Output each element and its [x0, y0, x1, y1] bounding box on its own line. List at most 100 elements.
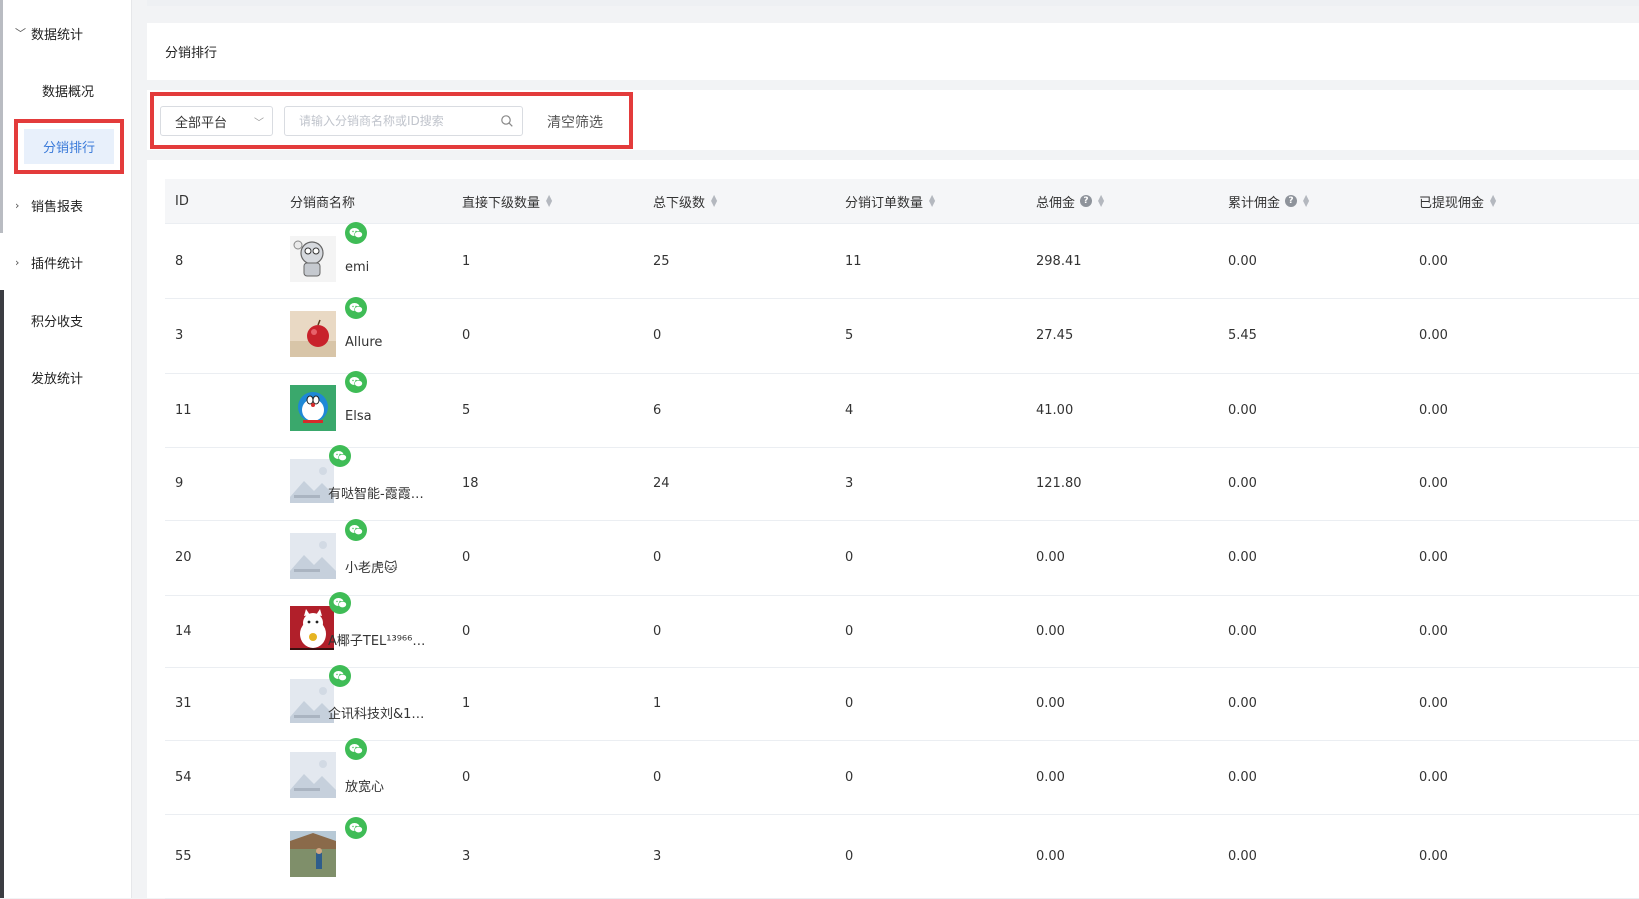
distributor-name[interactable]: emi	[345, 260, 445, 275]
cell-cumulative-commission: 0.00	[1228, 476, 1257, 491]
cell-id: 9	[175, 476, 184, 491]
cell-total-count: 0	[653, 550, 662, 565]
sort-icon[interactable]: ▲ ▼	[546, 194, 552, 208]
search-input[interactable]	[299, 114, 500, 128]
table-row[interactable]: 3 Allure 0 0 5 27.45 5.45 0.00	[165, 297, 1639, 374]
cell-id: 3	[175, 328, 184, 343]
cell-direct-count: 0	[462, 769, 471, 785]
cell-withdrawn-commission: 0.00	[1419, 848, 1448, 864]
sidebar-item-label: 数据统计	[31, 27, 84, 43]
column-header-order-count[interactable]: 分销订单数量 ▲ ▼	[845, 179, 935, 223]
sidebar-item-label: 数据概况	[41, 84, 94, 100]
table-row[interactable]: 54 放宽心 0 0 0 0.00 0.00 0.00	[165, 738, 1639, 815]
top-strip	[147, 0, 1639, 6]
cell-withdrawn-commission: 0.00	[1419, 623, 1448, 639]
cell-id: 55	[175, 848, 192, 864]
cell-total-commission: 0.00	[1036, 696, 1065, 711]
distributor-name[interactable]: Elsa	[345, 409, 445, 424]
clear-filters-button[interactable]: 清空筛选	[547, 112, 603, 132]
distributor-name[interactable]: 企讯科技刘&15...	[328, 703, 428, 722]
cell-withdrawn-commission: 0.00	[1419, 253, 1448, 269]
search-icon[interactable]	[500, 114, 514, 128]
cell-withdrawn-commission: 0.00	[1419, 402, 1448, 418]
cell-cumulative-commission: 0.00	[1228, 253, 1257, 269]
ranking-table: ID 分销商名称 直接下级数量 ▲ ▼ 总下级数 ▲ ▼ 分销订单数量 ▲ ▼ 总佣金…	[147, 160, 1639, 899]
sidebar-item-plugin-stats[interactable]: › 插件统计	[5, 242, 131, 282]
highlight-box-filters: 全部平台 ﹀ 清空筛选	[150, 92, 633, 149]
cell-direct-count: 0	[462, 550, 471, 565]
cell-withdrawn-commission: 0.00	[1419, 696, 1448, 711]
cell-order-count: 0	[845, 769, 854, 785]
help-icon[interactable]: ?	[1080, 195, 1093, 207]
cell-total-count: 25	[653, 253, 670, 269]
wechat-icon	[329, 665, 351, 687]
column-header-total-count[interactable]: 总下级数 ▲ ▼	[653, 179, 717, 223]
platform-select[interactable]: 全部平台 ﹀	[160, 106, 273, 136]
column-header-withdrawn-commission[interactable]: 已提现佣金 ▲ ▼	[1419, 179, 1496, 223]
table-header: ID 分销商名称 直接下级数量 ▲ ▼ 总下级数 ▲ ▼ 分销订单数量 ▲ ▼ 总佣金…	[165, 179, 1639, 224]
sidebar-item-label: 销售报表	[31, 199, 84, 215]
table-row[interactable]: 11 Elsa 5 6 4 41.00 0.00 0.00	[165, 371, 1639, 448]
sidebar-item-sales-report[interactable]: › 销售报表	[5, 185, 131, 225]
main-content: 分销排行 全部平台 ﹀ 清空筛选 ID 分销商名称	[147, 0, 1639, 899]
sidebar-item-data-stats[interactable]: ﹀ 数据统计	[5, 13, 131, 53]
distributor-name[interactable]: A椰子TEL¹³⁹⁶⁶⁸⁰...	[328, 630, 428, 649]
sidebar-item-label: 积分收支	[31, 314, 84, 330]
cell-id: 8	[175, 253, 184, 269]
cell-total-count: 3	[653, 848, 662, 864]
sidebar-item-label: 发放统计	[31, 371, 84, 387]
table-row[interactable]: 8 emi 1 25 11 298.41 0.00 0.00	[165, 222, 1639, 299]
sidebar-item-data-overview[interactable]: 数据概况	[5, 70, 131, 110]
cell-order-count: 3	[845, 476, 854, 491]
sidebar-item-issue-stats[interactable]: 发放统计	[5, 357, 131, 397]
cell-order-count: 0	[845, 848, 854, 864]
sidebar-item-points[interactable]: 积分收支	[5, 300, 131, 340]
sort-icon[interactable]: ▲ ▼	[1303, 194, 1309, 208]
column-header-cumulative-commission[interactable]: 累计佣金 ? ▲ ▼	[1228, 179, 1309, 223]
help-icon[interactable]: ?	[1285, 195, 1298, 207]
sort-icon[interactable]: ▲ ▼	[1490, 194, 1496, 208]
avatar-placeholder	[290, 752, 336, 798]
table-row[interactable]: 14 A椰子TEL¹³⁹⁶⁶⁸⁰... 0 0 0 0.00 0.00 0.00	[165, 592, 1639, 668]
cell-direct-count: 18	[462, 476, 479, 491]
sidebar: ﹀ 数据统计 数据概况 分销排行 › 销售报表 › 插件统计 积分收支 发放统计	[5, 0, 132, 898]
cell-direct-count: 1	[462, 253, 471, 269]
cell-id: 11	[175, 402, 192, 418]
table-row[interactable]: 9 有哒智能-霞霞15... 18 24 3 121.80 0.00 0.00	[165, 445, 1639, 521]
cell-withdrawn-commission: 0.00	[1419, 769, 1448, 785]
avatar-cartoon-robot	[290, 236, 336, 282]
distributor-name[interactable]: Allure	[345, 335, 445, 350]
search-field[interactable]	[284, 106, 523, 136]
cell-order-count: 0	[845, 696, 854, 711]
cell-order-count: 5	[845, 328, 854, 343]
wechat-icon	[345, 817, 367, 839]
distributor-name[interactable]: 有哒智能-霞霞15...	[328, 483, 428, 502]
wechat-icon	[329, 445, 351, 467]
column-header-total-commission[interactable]: 总佣金 ? ▲ ▼	[1036, 179, 1104, 223]
table-row[interactable]: 55 3 3 0 0.00 0.00 0.00	[165, 814, 1639, 899]
distributor-name[interactable]: 小老虎🐱	[345, 557, 445, 576]
column-header-direct-count[interactable]: 直接下级数量 ▲ ▼	[462, 179, 552, 223]
wechat-icon	[329, 592, 351, 614]
wechat-icon	[345, 519, 367, 541]
table-row[interactable]: 20 小老虎🐱 0 0 0 0.00 0.00 0.00	[165, 519, 1639, 596]
sort-icon[interactable]: ▲ ▼	[1098, 194, 1104, 208]
cell-id: 31	[175, 696, 192, 711]
cell-cumulative-commission: 0.00	[1228, 402, 1257, 418]
cell-direct-count: 1	[462, 696, 471, 711]
cell-direct-count: 3	[462, 848, 471, 864]
cell-withdrawn-commission: 0.00	[1419, 476, 1448, 491]
cell-total-commission: 121.80	[1036, 476, 1082, 491]
sort-icon[interactable]: ▲ ▼	[929, 194, 935, 208]
highlight-box-sidebar: 分销排行	[14, 119, 124, 174]
sidebar-item-distribution-ranking[interactable]: 分销排行	[24, 129, 114, 164]
distributor-name[interactable]: 放宽心	[345, 776, 445, 795]
chevron-right-icon: ›	[15, 198, 20, 212]
table-row[interactable]: 31 企讯科技刘&15... 1 1 0 0.00 0.00 0.00	[165, 665, 1639, 741]
wechat-icon	[345, 738, 367, 760]
wechat-icon	[345, 222, 367, 244]
cell-total-commission: 0.00	[1036, 769, 1065, 785]
sort-icon[interactable]: ▲ ▼	[711, 194, 717, 208]
cell-total-commission: 27.45	[1036, 328, 1074, 343]
cell-withdrawn-commission: 0.00	[1419, 328, 1448, 343]
